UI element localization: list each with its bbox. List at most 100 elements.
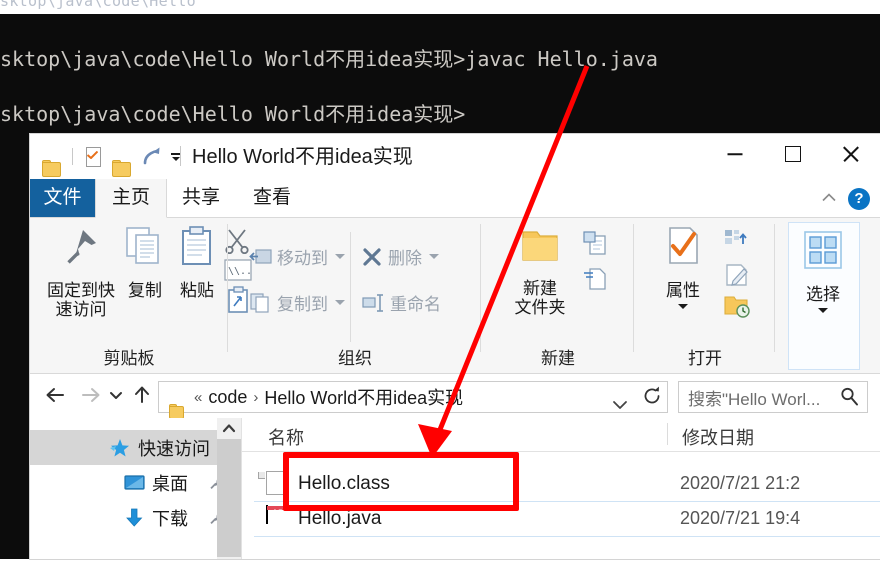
history-button[interactable] [723,294,751,323]
copy-to-icon [250,292,269,313]
easy-access-button[interactable] [582,266,610,292]
close-button[interactable] [822,134,880,174]
tab-view[interactable]: 查看 [237,179,307,217]
folder-icon[interactable] [40,144,64,177]
console-line-command: sktop\java\code\Hello World不用idea实现>java… [0,47,658,71]
column-divider[interactable] [667,423,668,445]
breadcrumb-separator[interactable]: › [253,389,258,406]
new-item-button[interactable] [582,230,610,256]
properties-caret-icon[interactable] [678,304,688,309]
pin-label-line2: 速访问 [55,300,107,319]
ribbon-tab-strip[interactable]: 文件 主页 共享 查看 ? [30,179,880,218]
sidebar-item-downloads[interactable]: 下载 [30,500,241,535]
redo-icon[interactable] [139,144,163,168]
pin-to-quick-access-button[interactable]: 固定到快 速访问 [40,224,122,321]
customize-qat-icon[interactable] [168,144,184,168]
open-with-button[interactable] [723,228,749,252]
delete-caret-icon[interactable] [429,254,439,259]
minimize-button[interactable] [706,134,764,174]
column-header-row[interactable]: 名称 修改日期 [242,418,880,452]
up-arrow-icon [135,386,149,403]
file-name[interactable]: Hello.class [298,473,390,495]
ribbon-group-new: 新建 文件夹 新建 [482,218,634,373]
easy-access-icon [584,268,606,290]
breadcrumb-item-code[interactable]: code [208,387,247,408]
file-explorer-window[interactable]: Hello World不用idea实现 文件 主页 共享 查看 ? 固定到快 速… [30,134,880,559]
file-name[interactable]: Hello.java [298,508,381,530]
delete-button[interactable]: 删除 [361,244,439,269]
group-divider-3 [633,224,634,352]
new-group-label: 新建 [541,349,575,368]
maximize-button[interactable] [764,134,822,174]
properties-icon[interactable] [81,144,105,168]
select-icon [804,231,842,269]
edit-button[interactable] [723,262,751,293]
select-button[interactable]: 选择 [788,226,858,313]
forward-arrow-icon [82,388,100,402]
downloads-icon [122,507,146,529]
back-arrow-icon [46,388,64,402]
new-folder-icon[interactable] [110,144,134,177]
navigation-scrollbar[interactable] [217,418,241,559]
pin-icon [67,230,96,264]
column-header-date[interactable]: 修改日期 [682,424,754,450]
rename-label: 重命名 [390,295,441,314]
copy-to-button[interactable]: 复制到 [249,290,345,315]
window-title-bar[interactable]: Hello World不用idea实现 [30,134,880,179]
column-header-name[interactable]: 名称 [268,424,304,450]
group-divider-1 [227,224,228,352]
navigation-pane[interactable]: 快速访问 桌面 下载 [30,418,242,559]
scrollbar-thumb[interactable] [217,439,241,557]
new-item-icon [583,231,606,255]
qat-divider [72,147,73,165]
address-dropdown-button[interactable] [609,390,631,418]
help-button[interactable]: ? [848,188,870,210]
ribbon-panel[interactable]: 固定到快 速访问 复制 粘贴 \\.. 剪贴板 移动到 复制到 删除 重命名 组… [30,218,880,374]
breadcrumb-item-current[interactable]: Hello World不用idea实现 [264,384,463,410]
new-folder-label-line2: 文件夹 [514,298,566,317]
new-folder-button[interactable]: 新建 文件夹 [502,224,578,319]
console-cut-text: sktop\java\code\Hello [0,0,196,10]
scroll-up-button[interactable] [217,418,241,439]
search-input[interactable]: 搜索"Hello Worl... [688,385,820,410]
forward-button[interactable] [76,381,104,409]
file-date: 2020/7/21 21:2 [680,473,801,493]
properties-button[interactable]: 属性 [649,224,717,309]
ribbon-group-organize: 移动到 复制到 删除 重命名 组织 [229,218,481,373]
tab-share[interactable]: 共享 [166,179,236,217]
search-box[interactable]: 搜索"Hello Worl... [678,381,868,413]
select-caret-icon[interactable] [818,308,828,313]
copy-button[interactable]: 复制 [116,224,174,302]
back-button[interactable] [42,381,70,409]
copy-to-caret-icon[interactable] [335,300,345,305]
recent-locations-button[interactable] [106,381,126,409]
breadcrumb-bar[interactable]: « code › Hello World不用idea实现 [158,381,668,419]
ribbon-group-open: 属性 打开 [635,218,775,373]
redo-arrow-glyph [143,147,160,165]
file-list-pane[interactable]: 名称 修改日期 Hello.class 2020/7/21 21:2 IJ He… [242,418,880,559]
tab-file[interactable]: 文件 [30,179,95,217]
table-row[interactable]: Hello.class 2020/7/21 21:2 [242,466,880,501]
search-icon[interactable] [840,387,859,406]
address-bar[interactable]: « code › Hello World不用idea实现 搜索"Hello Wo… [30,374,880,419]
up-button[interactable] [128,381,156,409]
window-controls[interactable] [706,134,880,174]
move-to-caret-icon[interactable] [335,254,345,259]
intellij-idea-icon: IJ [266,504,290,532]
new-folder-icon [522,231,558,261]
paste-button[interactable]: 粘贴 [168,224,226,302]
group-divider-4 [774,224,775,352]
move-to-button[interactable]: 移动到 [249,244,345,269]
table-row[interactable]: IJ Hello.java 2020/7/21 19:4 [242,501,880,536]
tab-home[interactable]: 主页 [95,179,167,218]
rename-button[interactable]: 重命名 [361,290,441,315]
sidebar-item-quick-access[interactable]: 快速访问 [30,430,241,465]
edit-icon [726,264,748,286]
sidebar-item-desktop[interactable]: 桌面 [30,465,241,500]
refresh-button[interactable] [637,381,668,413]
collapse-ribbon-icon[interactable] [822,193,836,202]
quick-access-toolbar[interactable] [40,142,184,177]
star-glyph [110,438,129,456]
monitor-glyph [124,474,145,490]
clipboard-group-label: 剪贴板 [103,349,155,368]
